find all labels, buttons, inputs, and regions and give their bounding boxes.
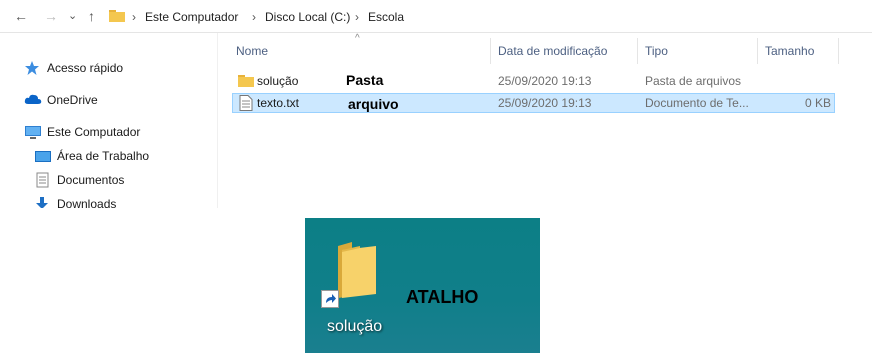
file-row-solucao[interactable]: solução Pasta 25/09/2020 19:13 Pasta de … xyxy=(232,71,835,91)
sort-ascending-icon: ^ xyxy=(355,33,360,44)
text-file-icon xyxy=(239,95,253,111)
file-name: solução xyxy=(257,74,299,88)
folder-icon xyxy=(109,10,125,22)
breadcrumb-escola[interactable]: Escola xyxy=(368,10,404,24)
nav-item-label: Este Computador xyxy=(47,125,141,139)
nav-item-label: Downloads xyxy=(57,197,117,208)
column-divider[interactable] xyxy=(637,38,638,64)
annotation-pasta: Pasta xyxy=(346,72,384,88)
breadcrumb-disco-local[interactable]: Disco Local (C:) xyxy=(265,10,350,24)
download-icon xyxy=(34,196,52,208)
breadcrumb-chevron[interactable]: › xyxy=(252,10,256,24)
nav-item-downloads[interactable]: Downloads xyxy=(34,195,116,208)
recent-chevron-icon[interactable]: ⌄ xyxy=(68,6,77,26)
file-date: 25/09/2020 19:13 xyxy=(498,74,592,88)
nav-item-label: OneDrive xyxy=(47,93,98,107)
nav-item-documentos[interactable]: Documentos xyxy=(34,171,124,189)
nav-item-onedrive[interactable]: OneDrive xyxy=(24,91,98,109)
nav-item-label: Acesso rápido xyxy=(47,61,124,75)
breadcrumb-este-computador[interactable]: Este Computador xyxy=(145,10,238,24)
column-header-size[interactable]: Tamanho xyxy=(765,44,814,58)
back-arrow-icon[interactable]: ← xyxy=(14,6,28,26)
navigation-pane: Acesso rápido OneDrive Este Computador Á… xyxy=(0,33,217,208)
desktop-icon xyxy=(34,148,52,164)
nav-item-label: Área de Trabalho xyxy=(57,149,150,163)
column-divider[interactable] xyxy=(757,38,758,64)
column-divider[interactable] xyxy=(838,38,839,64)
document-icon xyxy=(34,172,52,188)
breadcrumb-chevron[interactable]: › xyxy=(132,10,136,24)
annotation-arquivo: arquivo xyxy=(348,96,399,112)
file-type: Pasta de arquivos xyxy=(645,74,742,88)
nav-item-label: Documentos xyxy=(57,173,125,187)
column-header-date[interactable]: Data de modificação xyxy=(498,44,607,58)
address-bar xyxy=(0,0,872,33)
folder-icon xyxy=(238,75,254,87)
column-divider[interactable] xyxy=(490,38,491,64)
column-header-name[interactable]: Nome xyxy=(236,44,268,58)
up-arrow-icon[interactable]: ↑ xyxy=(88,6,95,26)
pane-divider xyxy=(217,33,218,208)
file-type: Documento de Te... xyxy=(645,96,749,110)
shortcut-label[interactable]: solução xyxy=(327,318,382,336)
forward-arrow-icon[interactable]: → xyxy=(44,6,58,26)
annotation-atalho: ATALHO xyxy=(406,287,479,307)
star-icon xyxy=(24,60,42,76)
breadcrumb-chevron[interactable]: › xyxy=(355,10,359,24)
cloud-icon xyxy=(24,92,42,108)
nav-item-area-de-trabalho[interactable]: Área de Trabalho xyxy=(34,147,149,165)
column-header-type[interactable]: Tipo xyxy=(645,44,668,58)
nav-item-acesso-rapido[interactable]: Acesso rápido xyxy=(24,59,123,77)
file-name: texto.txt xyxy=(257,96,300,110)
computer-icon xyxy=(24,124,42,140)
nav-item-este-computador[interactable]: Este Computador xyxy=(24,123,140,141)
file-date: 25/09/2020 19:13 xyxy=(498,96,592,110)
file-row-texto-txt[interactable]: texto.txt arquivo 25/09/2020 19:13 Docum… xyxy=(232,93,835,113)
file-size: 0 KB xyxy=(804,96,831,110)
shortcut-arrow-icon xyxy=(321,290,339,308)
